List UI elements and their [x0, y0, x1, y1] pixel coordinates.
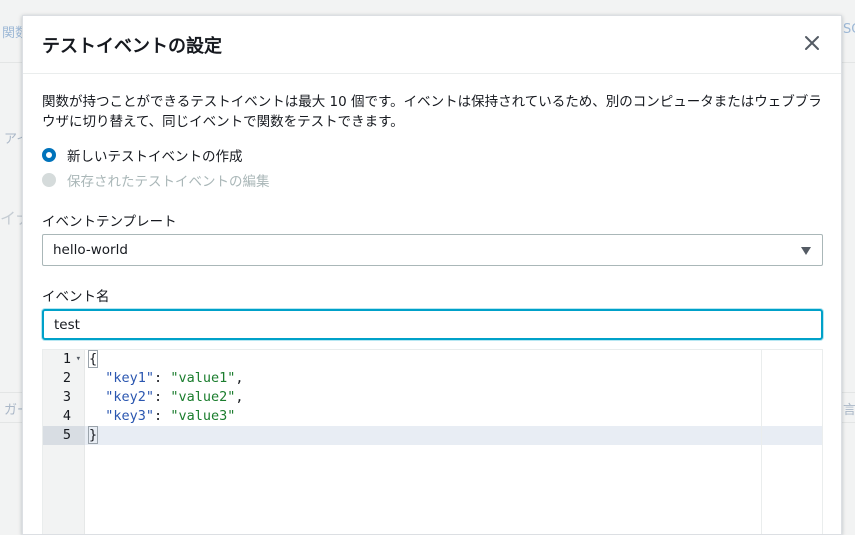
- json-colon: :: [154, 370, 171, 386]
- code-line: "key1": "value1",: [89, 369, 243, 388]
- code-line: "key3": "value3": [89, 407, 235, 426]
- json-comma: ,: [235, 370, 244, 386]
- event-template-select[interactable]: hello-world: [42, 234, 823, 266]
- gutter-line: 4: [43, 407, 85, 426]
- json-colon: :: [154, 408, 171, 424]
- json-key: "key2": [105, 389, 155, 405]
- json-comma: ,: [235, 389, 244, 405]
- close-icon: [805, 36, 819, 50]
- radio-label: 新しいテストイベントの作成: [67, 149, 243, 165]
- background-fragment: SC: [843, 22, 855, 37]
- print-margin: [761, 350, 762, 534]
- code-line: }: [87, 426, 99, 445]
- close-button[interactable]: [801, 32, 823, 54]
- background-fragment: 言う: [843, 403, 855, 418]
- dialog-header: テストイベントの設定: [23, 16, 841, 74]
- line-number: 3: [62, 389, 71, 405]
- radio-create-new-event[interactable]: 新しいテストイベントの作成: [42, 145, 243, 165]
- gutter-line: 2: [43, 369, 85, 388]
- caret-down-icon: [801, 247, 811, 255]
- active-line-highlight: [85, 426, 822, 445]
- dialog-description: 関数が持つことができるテストイベントは最大 10 個です。イベントは保持されてい…: [42, 94, 822, 130]
- code-line: {: [87, 350, 99, 369]
- fold-toggle-icon[interactable]: ▾: [76, 350, 81, 369]
- event-template-label: イベントテンプレート: [42, 214, 177, 230]
- gutter-line: 1 ▾: [43, 350, 85, 369]
- json-key: "key1": [105, 370, 155, 386]
- line-number: 1: [62, 351, 71, 367]
- code-line: "key2": "value2",: [89, 388, 243, 407]
- json-value: "value1": [170, 370, 236, 386]
- radio-disabled-icon: [42, 173, 56, 187]
- json-editor[interactable]: 1 ▾ 2 3 4 5 { "key1": "value1", "key2": …: [42, 349, 823, 534]
- json-value: "value2": [170, 389, 236, 405]
- radio-label: 保存されたテストイベントの編集: [67, 174, 270, 190]
- dialog-title: テストイベントの設定: [42, 36, 222, 57]
- json-value: "value3": [170, 408, 236, 424]
- open-brace: {: [87, 350, 99, 368]
- gutter-line: 3: [43, 388, 85, 407]
- line-number: 4: [62, 408, 71, 424]
- radio-edit-saved-event: 保存されたテストイベントの編集: [42, 170, 270, 190]
- close-brace: }: [87, 426, 99, 444]
- gutter-line-active: 5: [43, 426, 85, 445]
- test-event-dialog: テストイベントの設定 関数が持つことができるテストイベントは最大 10 個です。…: [22, 15, 842, 535]
- line-number: 5: [62, 427, 71, 443]
- event-name-label: イベント名: [42, 289, 110, 305]
- event-name-input[interactable]: [42, 309, 823, 340]
- json-key: "key3": [105, 408, 155, 424]
- line-number: 2: [62, 370, 71, 386]
- editor-gutter: 1 ▾ 2 3 4 5: [43, 350, 85, 534]
- radio-selected-icon[interactable]: [42, 148, 56, 162]
- event-template-value: hello-world: [53, 242, 128, 258]
- json-colon: :: [154, 389, 171, 405]
